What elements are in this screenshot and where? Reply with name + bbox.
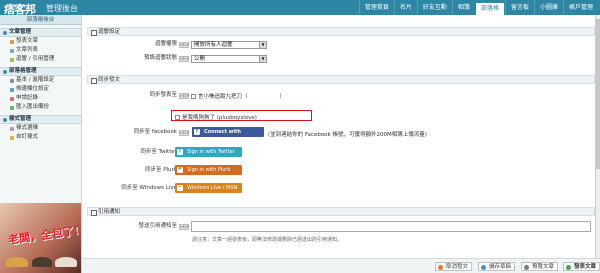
trackback-textarea[interactable] — [191, 221, 591, 232]
record-icon — [10, 96, 14, 101]
sidebar: 部落格後台 文章管理 發表文章 文章列表 迴響 / 引用管理 部落格管理 基本 … — [0, 15, 82, 273]
publish-button[interactable]: 發表文章 — [563, 262, 600, 271]
msn-icon: ✦ — [177, 185, 183, 191]
nav-account[interactable]: 帳戶管理 — [562, 0, 598, 15]
chevron-down-icon: ▼ — [259, 42, 266, 48]
sidebar-item-post[interactable]: 發表文章 — [0, 37, 81, 46]
sidebar-item-comments[interactable]: 迴響 / 引用管理 — [0, 55, 81, 64]
gear-icon — [10, 78, 14, 83]
list-icon — [10, 48, 14, 53]
twitter-label: 同步至 Twitter — [140, 149, 177, 155]
windows-live-button[interactable]: ✦ Windows Live / MSN — [175, 183, 242, 193]
backup-icon — [10, 105, 14, 110]
facebook-note: (並到連結你的 Facebook 帳號，可獲得額外200M相簿上傳流量) — [268, 132, 427, 138]
reply-permission-label: 迴響權限 — [154, 41, 177, 47]
sync-option-2[interactable]: 是我嗎狗狗了 (plusboyslove) — [175, 113, 257, 121]
sidebar-item-records[interactable]: 申請記錄 — [0, 94, 81, 103]
cancel-post-button[interactable]: 取消發文 — [435, 262, 473, 271]
reply-status-select[interactable]: 公開 ▼ — [191, 55, 267, 63]
section-trackback[interactable]: 引用通知 — [87, 207, 595, 216]
shoe-image — [32, 257, 52, 267]
preview-button[interactable]: 預覽文章 — [521, 262, 559, 271]
nav-gallery[interactable]: 小圖庫 — [533, 0, 563, 15]
sidebar-head-style[interactable]: 樣式管理 — [0, 115, 81, 124]
main-content: 迴響設定 迴響權限 HELP 開放所有人迴響 ▼ 預設迴響狀態 HELP 公開 ▼ … — [83, 15, 600, 258]
comment-icon — [10, 57, 14, 62]
folder-icon — [3, 30, 7, 35]
layout-icon — [10, 87, 14, 92]
sync-option-1[interactable]: 言小樵追蹤九把刀（ ） — [191, 92, 285, 100]
chevron-down-icon: ▼ — [259, 56, 266, 62]
nav-friends[interactable]: 好友互動 — [416, 0, 452, 15]
publish-icon — [566, 264, 571, 270]
admin-subtitle: 管理後台 — [46, 4, 78, 13]
facebook-icon: f — [194, 129, 200, 135]
plurk-signin-button[interactable]: P Sign in with Plurk — [175, 165, 242, 175]
save-draft-button[interactable]: 儲存草稿 — [478, 262, 516, 271]
help-icon[interactable]: HELP — [179, 42, 189, 48]
nav-home[interactable]: 管理首頁 — [358, 0, 394, 15]
connect-facebook-button[interactable]: f Connect with Facebook — [192, 127, 264, 145]
sidebar-title: 部落格後台 — [0, 15, 81, 25]
sidebar-item-custom-style[interactable]: 自訂樣式 — [0, 133, 81, 142]
twitter-icon: t — [177, 149, 183, 155]
palette-icon — [10, 126, 14, 131]
trackback-note: 請注意：文章一經發表後，即無法修改或刪除已經送出的引用通知。 — [192, 237, 343, 243]
sync-checkbox-2[interactable] — [175, 114, 180, 120]
top-nav: 管理首頁 名片 好友互動 相簿 部落格 留言板 小圖庫 帳戶管理 — [358, 0, 598, 15]
sync-checkbox-1[interactable] — [191, 93, 196, 99]
sidebar-group-articles: 文章管理 發表文章 文章列表 迴響 / 引用管理 — [0, 28, 81, 64]
sidebar-item-backup[interactable]: 匯入匯出備份 — [0, 103, 81, 112]
reply-permission-select[interactable]: 開放所有人迴響 ▼ — [191, 41, 267, 49]
help-icon[interactable]: HELP — [179, 93, 189, 99]
nav-blog[interactable]: 部落格 — [474, 2, 505, 15]
sidebar-group-blog: 部落格管理 基本 / 進階設定 側邊欄位設定 申請記錄 匯入匯出備份 — [0, 67, 81, 112]
reply-status-label: 預設迴響狀態 — [143, 55, 177, 61]
sidebar-item-style-select[interactable]: 樣式選擇 — [0, 124, 81, 133]
scrollbar[interactable] — [595, 15, 600, 258]
facebook-label: 同步至 facebook — [133, 129, 177, 135]
help-icon[interactable]: HELP — [179, 130, 189, 136]
section-reply-settings[interactable]: 迴響設定 — [87, 27, 595, 36]
plurk-label: 同步至 Plurk — [144, 167, 177, 173]
shoe-image — [55, 257, 77, 267]
brush-icon — [10, 135, 14, 140]
scrollbar-thumb[interactable] — [596, 19, 600, 169]
sidebar-item-list[interactable]: 文章列表 — [0, 46, 81, 55]
shoe-image — [6, 257, 28, 267]
folder-icon — [3, 117, 7, 122]
sidebar-head-articles[interactable]: 文章管理 — [0, 28, 81, 37]
pencil-icon — [10, 39, 14, 44]
twitter-signin-button[interactable]: t Sign in with Twitter — [175, 147, 242, 157]
nav-guestbook[interactable]: 留言板 — [504, 0, 534, 15]
trackback-label: 發送引用通知至 — [138, 223, 177, 229]
top-header: 痞客邦 管理後台 管理首頁 名片 好友互動 相簿 部落格 留言板 小圖庫 帳戶管… — [0, 0, 600, 16]
nav-album[interactable]: 相簿 — [451, 0, 475, 15]
sidebar-item-settings[interactable]: 基本 / 進階設定 — [0, 76, 81, 85]
sidebar-group-style: 樣式管理 樣式選擇 自訂樣式 — [0, 115, 81, 142]
promo-banner[interactable]: 老闆，全包了! — [0, 203, 81, 273]
folder-icon — [3, 69, 7, 74]
help-icon[interactable]: HELP — [179, 56, 189, 62]
cancel-icon — [438, 264, 443, 270]
nav-card[interactable]: 名片 — [393, 0, 417, 15]
search-icon — [524, 264, 529, 270]
help-icon[interactable]: HELP — [179, 224, 189, 230]
bottom-toolbar: 取消發文 儲存草稿 預覽文章 發表文章 — [83, 258, 600, 273]
sidebar-head-blog[interactable]: 部落格管理 — [0, 67, 81, 76]
save-icon — [481, 264, 486, 270]
section-sync-post[interactable]: 同步發文 — [87, 75, 595, 84]
plurk-icon: P — [177, 167, 183, 173]
windows-live-label: 同步至 Windows Live — [121, 185, 177, 191]
promo-text: 老闆，全包了! — [7, 224, 80, 247]
sync-to-label: 同步發表至 — [149, 92, 177, 98]
sidebar-item-sidebar-settings[interactable]: 側邊欄位設定 — [0, 85, 81, 94]
